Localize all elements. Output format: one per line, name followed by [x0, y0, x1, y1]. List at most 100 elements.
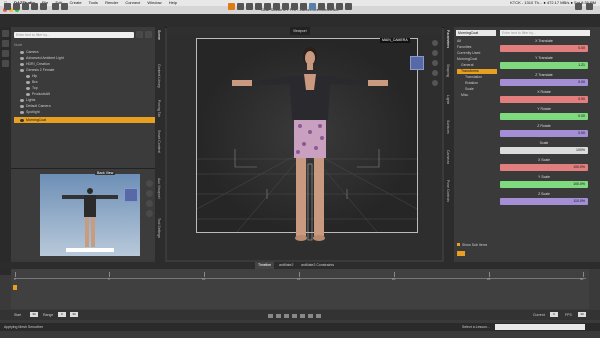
tab-animate2[interactable]: aniMate2 — [276, 262, 296, 269]
scale-tool-icon[interactable] — [255, 3, 262, 10]
range-start-field[interactable]: 0 — [58, 312, 66, 317]
visibility-eye-icon[interactable] — [26, 92, 30, 96]
slider-track[interactable]: 0.00 — [500, 113, 588, 120]
category-favorites[interactable]: Favorites — [457, 45, 497, 50]
go-to-start-icon[interactable] — [268, 314, 273, 318]
menu-help[interactable]: Help — [169, 0, 177, 5]
slider-value[interactable]: 100.0% — [573, 164, 585, 171]
lesson-dropdown[interactable] — [495, 324, 585, 330]
visibility-eye-icon[interactable] — [26, 80, 30, 84]
slider-value[interactable]: 100.0% — [573, 181, 585, 188]
slider-track[interactable]: 0.00 — [500, 45, 588, 52]
pose-tool-icon[interactable] — [309, 3, 316, 10]
slider-track[interactable]: 1.21 — [500, 62, 588, 69]
menu-tools[interactable]: Tools — [89, 0, 98, 5]
slider-value[interactable]: 0.00 — [578, 45, 585, 52]
zoom-icon[interactable] — [432, 70, 438, 76]
panel-menu-icon[interactable] — [136, 31, 143, 38]
new-scene-icon[interactable] — [4, 3, 11, 10]
menu-window[interactable]: Window — [147, 0, 161, 5]
visibility-eye-icon[interactable] — [20, 98, 24, 102]
aux-camera-dropdown[interactable]: Back View — [95, 171, 116, 175]
slider-track[interactable]: 0.00 — [500, 79, 588, 86]
slider-value[interactable]: 100% — [576, 147, 585, 154]
render-icon[interactable] — [52, 3, 59, 10]
layout-icon[interactable] — [336, 3, 343, 10]
tab-tool-settings[interactable]: Tool Settings — [157, 218, 161, 238]
menu-create[interactable]: Create — [70, 0, 82, 5]
window-settings-icon[interactable] — [586, 3, 593, 10]
category-scale[interactable]: Scale — [457, 87, 497, 92]
visibility-eye-icon[interactable] — [26, 74, 30, 78]
view-cube[interactable] — [410, 56, 424, 70]
tab-shaping[interactable]: Shaping — [446, 64, 450, 77]
visibility-eye-icon[interactable] — [20, 56, 24, 60]
loop-icon[interactable] — [316, 314, 321, 318]
tab-cameras[interactable]: Cameras — [446, 150, 450, 164]
menu-render[interactable]: Render — [105, 0, 118, 5]
playhead-keyframe[interactable] — [13, 285, 17, 290]
tab-parameters[interactable]: Parameters — [446, 30, 450, 48]
tab-pose-controls[interactable]: Pose Controls — [446, 180, 450, 202]
slider-value[interactable]: 110.0% — [573, 198, 585, 205]
visibility-eye-icon[interactable] — [20, 68, 24, 72]
translate-tool-icon[interactable] — [237, 3, 244, 10]
slider-track[interactable]: 110.0% — [500, 198, 588, 205]
tab-surfaces[interactable]: Surfaces — [446, 120, 450, 134]
current-frame-field[interactable]: 0 — [550, 312, 558, 317]
category-morningcoat[interactable]: MorningCoat — [457, 57, 497, 62]
figure-model[interactable] — [220, 40, 400, 250]
orbit-icon[interactable] — [432, 50, 438, 56]
step-back-icon[interactable] — [276, 314, 281, 318]
node-selector[interactable]: MorningCoat — [456, 30, 496, 36]
category-translation[interactable]: Translation — [457, 75, 497, 80]
link-icon[interactable] — [2, 50, 9, 57]
pan-icon[interactable] — [432, 60, 438, 66]
aux-frame-icon[interactable] — [146, 210, 153, 217]
visibility-eye-icon[interactable] — [20, 62, 24, 66]
node-selection-icon[interactable] — [264, 3, 271, 10]
aux-orbit-icon[interactable] — [146, 180, 153, 187]
slider-track[interactable]: 100.0% — [500, 181, 588, 188]
start-field[interactable]: 30 — [30, 312, 38, 317]
menu-connect[interactable]: Connect — [125, 0, 140, 5]
range-end-field[interactable]: 30 — [70, 312, 78, 317]
undo-icon[interactable] — [31, 3, 38, 10]
panel-options-icon[interactable] — [145, 31, 152, 38]
slider-track[interactable]: 100% — [500, 147, 588, 154]
render-settings-icon[interactable] — [61, 3, 68, 10]
slider-track[interactable]: 0.00 — [500, 130, 588, 137]
geometry-editor-icon[interactable] — [273, 3, 280, 10]
tab-scene[interactable]: Scene — [157, 30, 161, 40]
spot-render-icon[interactable] — [300, 3, 307, 10]
open-file-icon[interactable] — [13, 3, 20, 10]
slider-track[interactable]: 100.0% — [500, 164, 588, 171]
active-pose-icon[interactable] — [345, 3, 352, 10]
visibility-eye-icon[interactable] — [20, 110, 24, 114]
slider-track[interactable]: 0.00 — [500, 96, 588, 103]
light-tool-icon[interactable] — [327, 3, 334, 10]
go-to-end-icon[interactable] — [300, 314, 305, 318]
viewport-menu-icon[interactable] — [432, 40, 438, 46]
add-keyframe-icon[interactable] — [308, 314, 313, 318]
slider-value[interactable]: 1.21 — [578, 62, 585, 69]
scene-filter-input[interactable]: Enter text to filter by... — [14, 32, 134, 38]
frame-selection-icon[interactable] — [432, 80, 438, 86]
tab-aux-viewport[interactable]: Aux Viewport — [157, 178, 161, 199]
category-general[interactable]: General — [457, 63, 497, 68]
tab-smart-content[interactable]: Smart Content — [157, 130, 161, 153]
category-misc[interactable]: Misc — [457, 93, 497, 98]
category-all[interactable]: All — [457, 39, 497, 44]
aux-zoom-icon[interactable] — [146, 200, 153, 207]
tab-timeline[interactable]: Timeline — [255, 262, 275, 269]
category-rotation[interactable]: Rotation — [457, 81, 497, 86]
show-sub-items-checkbox[interactable]: Show Sub Items — [457, 243, 487, 247]
play-icon[interactable] — [284, 314, 289, 318]
tab-animate2-constraints[interactable]: aniMate2 Constraints — [298, 262, 337, 269]
surface-selection-icon[interactable] — [282, 3, 289, 10]
step-forward-icon[interactable] — [292, 314, 297, 318]
tab-lights[interactable]: Lights — [446, 95, 450, 104]
slider-value[interactable]: 0.00 — [578, 130, 585, 137]
group-icon[interactable] — [2, 40, 9, 47]
slider-value[interactable]: 0.00 — [578, 113, 585, 120]
